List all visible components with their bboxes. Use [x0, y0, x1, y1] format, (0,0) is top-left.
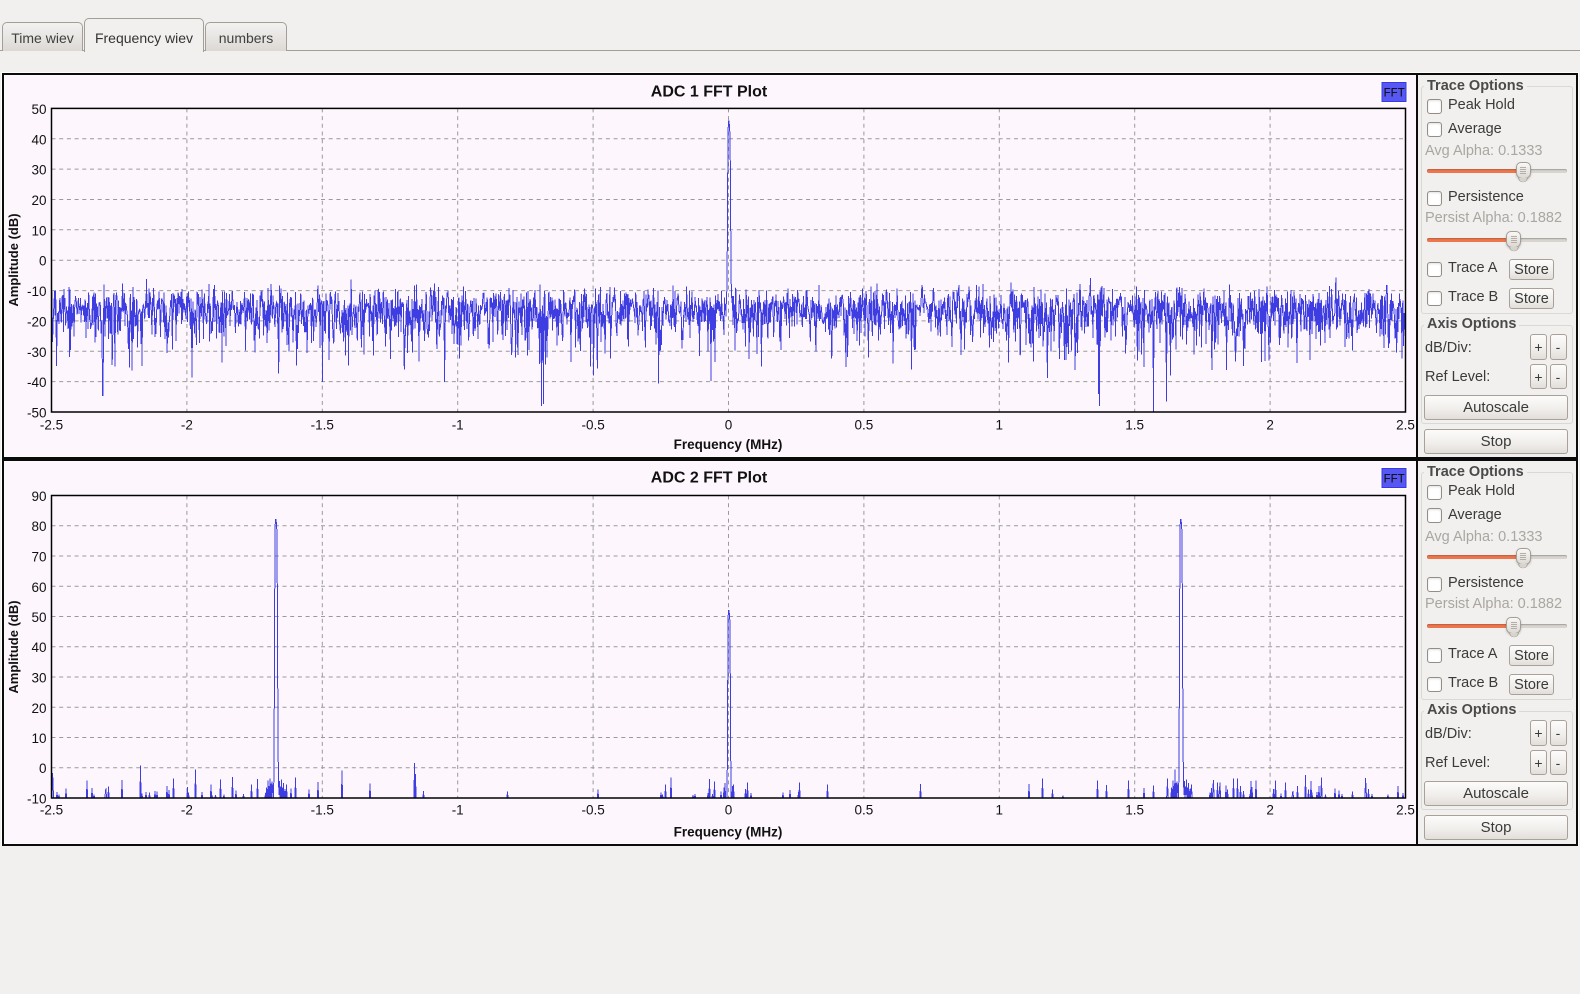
svg-text:2.5: 2.5 — [1396, 418, 1415, 433]
svg-text:50: 50 — [31, 610, 46, 625]
svg-text:20: 20 — [31, 701, 46, 716]
svg-text:-0.5: -0.5 — [581, 418, 604, 433]
svg-text:0: 0 — [39, 761, 47, 776]
svg-text:10: 10 — [31, 731, 46, 746]
svg-text:0.5: 0.5 — [855, 418, 874, 433]
svg-text:-30: -30 — [27, 345, 47, 360]
svg-text:30: 30 — [31, 671, 46, 686]
svg-text:40: 40 — [31, 132, 46, 147]
svg-text:2: 2 — [1266, 418, 1274, 433]
svg-text:0.5: 0.5 — [855, 803, 874, 818]
svg-text:-10: -10 — [27, 284, 47, 299]
svg-text:20: 20 — [31, 193, 46, 208]
svg-text:80: 80 — [31, 519, 46, 534]
svg-text:10: 10 — [31, 223, 46, 238]
svg-text:1.5: 1.5 — [1125, 418, 1144, 433]
svg-text:Amplitude (dB): Amplitude (dB) — [6, 600, 21, 693]
svg-text:2: 2 — [1266, 803, 1274, 818]
svg-text:0: 0 — [725, 418, 733, 433]
svg-text:0: 0 — [725, 803, 733, 818]
svg-text:30: 30 — [31, 163, 46, 178]
svg-text:FFT: FFT — [1384, 87, 1405, 99]
svg-text:FFT: FFT — [1384, 473, 1405, 485]
svg-text:2.5: 2.5 — [1396, 803, 1415, 818]
svg-text:-20: -20 — [27, 314, 47, 329]
svg-text:-2: -2 — [181, 803, 193, 818]
svg-text:-1: -1 — [452, 418, 464, 433]
svg-text:Frequency (MHz): Frequency (MHz) — [674, 437, 783, 452]
svg-text:1: 1 — [996, 803, 1004, 818]
svg-text:90: 90 — [31, 489, 46, 504]
svg-text:ADC 1 FFT Plot: ADC 1 FFT Plot — [651, 84, 768, 101]
svg-text:-2.5: -2.5 — [40, 418, 63, 433]
svg-text:Amplitude (dB): Amplitude (dB) — [6, 213, 21, 306]
svg-text:0: 0 — [39, 254, 47, 269]
svg-text:-1.5: -1.5 — [311, 803, 334, 818]
svg-text:Frequency (MHz): Frequency (MHz) — [674, 825, 783, 840]
svg-text:1: 1 — [996, 418, 1004, 433]
svg-text:40: 40 — [31, 640, 46, 655]
svg-text:1.5: 1.5 — [1125, 803, 1144, 818]
svg-text:-0.5: -0.5 — [581, 803, 604, 818]
svg-text:-1.5: -1.5 — [311, 418, 334, 433]
svg-text:60: 60 — [31, 580, 46, 595]
svg-text:50: 50 — [31, 102, 46, 117]
svg-text:ADC 2 FFT Plot: ADC 2 FFT Plot — [651, 470, 768, 487]
svg-text:-2.5: -2.5 — [40, 803, 63, 818]
svg-text:70: 70 — [31, 550, 46, 565]
svg-text:-2: -2 — [181, 418, 193, 433]
svg-text:-40: -40 — [27, 375, 47, 390]
svg-text:-1: -1 — [452, 803, 464, 818]
